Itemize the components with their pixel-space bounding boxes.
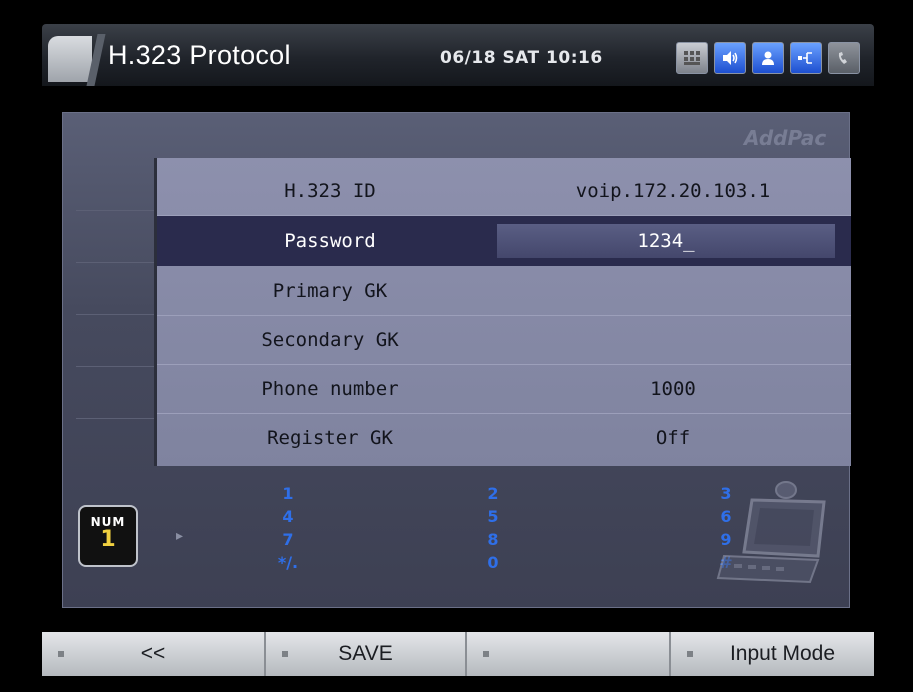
setting-value: Off <box>655 426 691 449</box>
password-input[interactable]: 1234_ <box>497 223 835 258</box>
setting-row-password[interactable]: Password 1234_ <box>157 216 851 266</box>
settings-list: H.323 ID voip.172.20.103.1 Password 1234… <box>154 158 851 466</box>
softkey-bar: << SAVE Input Mode <box>42 632 874 676</box>
status-icon-bar <box>676 42 860 74</box>
setting-value: voip.172.20.103.1 <box>575 179 771 202</box>
person-icon <box>752 42 784 74</box>
softkey-label: Input Mode <box>729 642 836 665</box>
setting-value: 1000 <box>650 377 696 400</box>
setting-row-register-gk[interactable]: Register GK Off <box>157 413 851 462</box>
setting-label: Primary GK <box>272 279 388 302</box>
side-divider-lines <box>76 210 154 470</box>
keypad-digit: 4 <box>282 507 294 526</box>
menu-grid-icon <box>676 42 708 74</box>
keypad-digit: 8 <box>487 530 499 549</box>
setting-row-secondary-gk[interactable]: Secondary GK <box>157 315 851 365</box>
keypad-digit: 0 <box>487 553 499 572</box>
handset-icon <box>828 42 860 74</box>
setting-label: Phone number <box>261 377 399 400</box>
setting-label: H.323 ID <box>284 179 376 202</box>
page-title: H.323 Protocol <box>108 40 291 70</box>
keypad-digit: 5 <box>487 507 499 526</box>
keypad-digit: */. <box>277 553 299 572</box>
softkey-save[interactable]: SAVE <box>266 632 467 676</box>
setting-row-h323-id[interactable]: H.323 ID voip.172.20.103.1 <box>157 166 851 216</box>
softkey-label: SAVE <box>338 642 393 665</box>
softkey-label: << <box>140 642 166 665</box>
chevron-right-icon: ▸ <box>176 528 184 544</box>
keypad-digit: 7 <box>282 530 294 549</box>
setting-label: Register GK <box>267 426 393 449</box>
brand-logo: AddPac <box>744 126 827 150</box>
title-tab-decoration <box>48 36 92 82</box>
setting-row-primary-gk[interactable]: Primary GK <box>157 266 851 316</box>
video-phone-device-icon <box>716 481 826 584</box>
input-mode-number: 1 <box>100 527 116 552</box>
keypad-digit: 2 <box>487 484 499 503</box>
softkey-indicator-icon <box>483 651 489 657</box>
softkey-input-mode[interactable]: Input Mode <box>671 632 874 676</box>
network-icon <box>790 42 822 74</box>
softkey-back[interactable]: << <box>42 632 266 676</box>
setting-label: Password <box>284 229 376 252</box>
softkey-indicator-icon <box>282 651 288 657</box>
setting-row-phone-number[interactable]: Phone number 1000 <box>157 364 851 414</box>
input-mode-badge: NUM 1 <box>78 505 138 567</box>
softkey-indicator-icon <box>58 651 64 657</box>
setting-label: Secondary GK <box>261 328 399 351</box>
date-time-display: 06/18 SAT 10:16 <box>440 48 603 68</box>
softkey-blank[interactable] <box>467 632 671 676</box>
softkey-indicator-icon <box>687 651 693 657</box>
keypad-digit: 1 <box>282 484 294 503</box>
keypad-column-2: 2 5 8 0 <box>478 482 508 574</box>
keypad-column-1: 1 4 7 */. <box>273 482 303 574</box>
speaker-icon <box>714 42 746 74</box>
ip-phone-screen: H.323 Protocol 06/18 SAT 10:16 AddPac H.… <box>0 0 913 692</box>
